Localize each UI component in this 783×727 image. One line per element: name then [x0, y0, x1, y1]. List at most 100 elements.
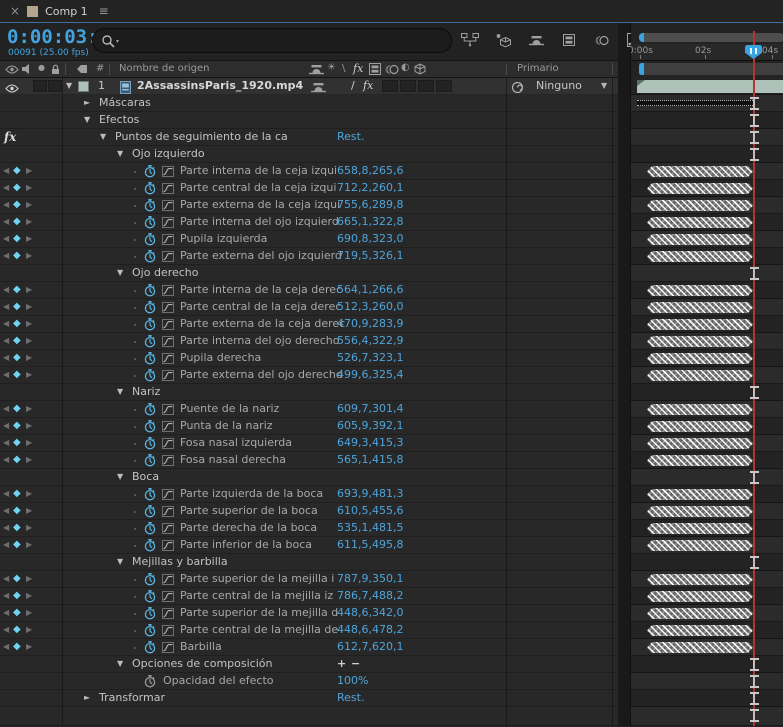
property-label[interactable]: Parte superior de la mejilla d: [180, 605, 338, 621]
property-value[interactable]: 712,2,260,1: [337, 180, 403, 196]
property-row[interactable]: ◀ ◆ ▶ Pupila izquierda 690,8,323,0: [0, 231, 618, 248]
keyframes-band[interactable]: [647, 489, 753, 500]
group-label[interactable]: Máscaras: [99, 95, 151, 111]
keyframes-band[interactable]: [647, 642, 753, 653]
parent-column-header[interactable]: Primario: [517, 63, 559, 74]
timeline-row[interactable]: [631, 129, 783, 146]
keyframe-at-current-time-icon[interactable]: ◆: [13, 316, 21, 332]
group-label[interactable]: Ojo izquierdo: [132, 146, 205, 162]
group-label[interactable]: Nariz: [132, 384, 160, 400]
property-value[interactable]: 100%: [337, 673, 368, 689]
group-row[interactable]: fx ▼ Puntos de seguimiento de la ca Rest.: [0, 129, 618, 146]
property-value[interactable]: 658,8,265,6: [337, 163, 403, 179]
keyframes-band[interactable]: [647, 591, 753, 602]
keyframe-at-current-time-icon[interactable]: ◆: [13, 588, 21, 604]
keyframes-band[interactable]: [647, 217, 753, 228]
layer-duration-bar[interactable]: [637, 80, 783, 93]
property-label[interactable]: Parte inferior de la boca: [180, 537, 312, 553]
previous-keyframe-icon[interactable]: ◀: [3, 231, 9, 247]
keyframe-at-current-time-icon[interactable]: ◆: [13, 282, 21, 298]
timeline-row[interactable]: [631, 333, 783, 350]
previous-keyframe-icon[interactable]: ◀: [3, 197, 9, 213]
property-value[interactable]: 535,1,481,5: [337, 520, 403, 536]
property-row[interactable]: ◀ ◆ ▶ Parte central de la mejilla iz 786,7,4…: [0, 588, 618, 605]
property-row[interactable]: ◀ ◆ ▶ Puente de la nariz 609,7,301,4: [0, 401, 618, 418]
next-keyframe-icon[interactable]: ▶: [26, 571, 32, 587]
layer-source-name[interactable]: 2AssassinsParis_1920.mp4: [137, 78, 303, 94]
keyframes-band[interactable]: [647, 370, 753, 381]
property-row[interactable]: ◀ ◆ ▶ Parte central de la mejilla de 448,6,4…: [0, 622, 618, 639]
twirl-open-icon[interactable]: ▼: [100, 129, 106, 145]
property-row[interactable]: ◀ ◆ ▶ Parte central de la ceja izqui 712,2,2…: [0, 180, 618, 197]
timeline-row[interactable]: [631, 299, 783, 316]
work-area-bar[interactable]: [631, 61, 783, 78]
previous-keyframe-icon[interactable]: ◀: [3, 333, 9, 349]
property-label[interactable]: Parte central de la ceja derec: [180, 299, 341, 315]
parent-dropdown[interactable]: Ninguno: [536, 78, 582, 94]
next-keyframe-icon[interactable]: ▶: [26, 520, 32, 536]
next-keyframe-icon[interactable]: ▶: [26, 537, 32, 553]
timeline-row[interactable]: [631, 180, 783, 197]
timeline-row[interactable]: [631, 554, 783, 571]
keyframe-at-current-time-icon[interactable]: ◆: [13, 180, 21, 196]
motion-blur-icon[interactable]: [592, 32, 612, 48]
previous-keyframe-icon[interactable]: ◀: [3, 452, 9, 468]
previous-keyframe-icon[interactable]: ◀: [3, 163, 9, 179]
property-label[interactable]: Parte interna del ojo izquierd: [180, 214, 339, 230]
property-value[interactable]: 526,7,323,1: [337, 350, 403, 366]
property-label[interactable]: Pupila izquierda: [180, 231, 267, 247]
solo-cell[interactable]: [33, 80, 47, 92]
previous-keyframe-icon[interactable]: ◀: [3, 367, 9, 383]
property-label[interactable]: Parte externa del ojo derecho: [180, 367, 343, 383]
keyframe-at-current-time-icon[interactable]: ◆: [13, 520, 21, 536]
twirl-open-icon[interactable]: ▼: [117, 146, 123, 162]
timeline-row[interactable]: [631, 673, 783, 690]
keyframe-at-current-time-icon[interactable]: ◆: [13, 503, 21, 519]
next-keyframe-icon[interactable]: ▶: [26, 452, 32, 468]
keyframe-at-current-time-icon[interactable]: ◆: [13, 486, 21, 502]
property-label[interactable]: Pupila derecha: [180, 350, 261, 366]
keyframes-band[interactable]: [647, 438, 753, 449]
keyframe-at-current-time-icon[interactable]: ◆: [13, 248, 21, 264]
property-label[interactable]: Parte interna de la ceja izqui: [180, 163, 337, 179]
next-keyframe-icon[interactable]: ▶: [26, 197, 32, 213]
property-value[interactable]: 610,5,455,6: [337, 503, 403, 519]
keyframes-band[interactable]: [647, 234, 753, 245]
timeline-row[interactable]: [631, 486, 783, 503]
timeline-row[interactable]: [631, 605, 783, 622]
keyframe-at-current-time-icon[interactable]: ◆: [13, 605, 21, 621]
keyframes-band[interactable]: [647, 302, 753, 313]
current-time-keyframe-marker[interactable]: [750, 692, 759, 705]
group-row[interactable]: ▼ Efectos: [0, 112, 618, 129]
timeline-row[interactable]: [631, 282, 783, 299]
property-label[interactable]: Punta de la nariz: [180, 418, 273, 434]
property-label[interactable]: Parte central de la mejilla de: [180, 622, 338, 638]
timeline-row[interactable]: [631, 588, 783, 605]
layer-row[interactable]: ▼ 1 2AssassinsParis_1920.mp4 / fx Ningun…: [0, 78, 618, 95]
keyframe-at-current-time-icon[interactable]: ◆: [13, 231, 21, 247]
twirl-open-icon[interactable]: ▼: [117, 656, 123, 672]
current-time-keyframe-marker[interactable]: [750, 131, 759, 144]
keyframes-band[interactable]: [647, 251, 753, 262]
current-time-keyframe-marker[interactable]: [750, 658, 759, 671]
current-time-keyframe-marker[interactable]: [750, 97, 759, 110]
previous-keyframe-icon[interactable]: ◀: [3, 537, 9, 553]
property-row[interactable]: ◀ ◆ ▶ Parte superior de la mejilla d 448,6,3…: [0, 605, 618, 622]
property-value[interactable]: 556,4,322,9: [337, 333, 403, 349]
twirl-open-icon[interactable]: ▼: [117, 469, 123, 485]
property-row[interactable]: ◀ ◆ ▶ Parte central de la ceja derec 512,3,2…: [0, 299, 618, 316]
keyframes-band[interactable]: [647, 319, 753, 330]
timeline-row[interactable]: [631, 316, 783, 333]
timeline-row[interactable]: [631, 503, 783, 520]
timeline-row[interactable]: [631, 146, 783, 163]
property-value[interactable]: 719,5,326,1: [337, 248, 403, 264]
panel-splitter[interactable]: [618, 23, 631, 726]
keyframe-at-current-time-icon[interactable]: ◆: [13, 435, 21, 451]
group-row[interactable]: ▼ Nariz: [0, 384, 618, 401]
property-label[interactable]: Parte externa de la ceja izqui: [180, 197, 340, 213]
time-navigator-bar[interactable]: [631, 31, 783, 44]
next-keyframe-icon[interactable]: ▶: [26, 435, 32, 451]
next-keyframe-icon[interactable]: ▶: [26, 605, 32, 621]
previous-keyframe-icon[interactable]: ◀: [3, 350, 9, 366]
keyframes-band[interactable]: [647, 353, 753, 364]
